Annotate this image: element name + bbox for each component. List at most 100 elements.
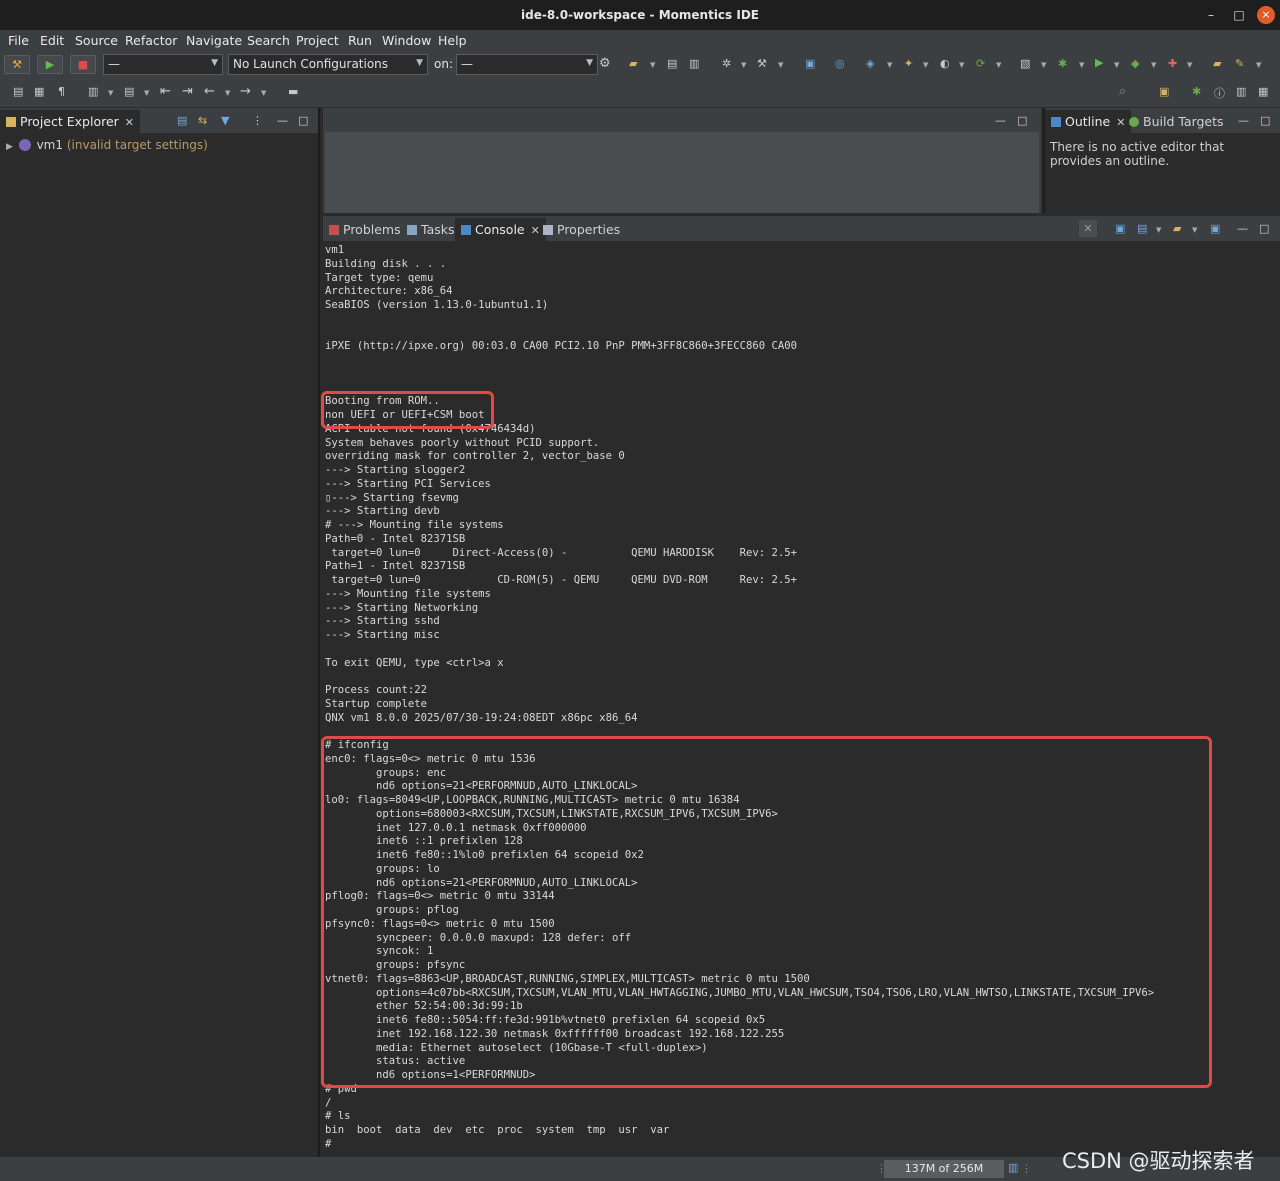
previous-annotation-icon[interactable]: ▤	[124, 85, 134, 98]
launch-target-select[interactable]: — ▼	[456, 54, 598, 75]
save-all-icon[interactable]: ▥	[689, 57, 699, 70]
menu-navigate[interactable]: Navigate	[186, 33, 242, 48]
menu-project[interactable]: Project	[296, 33, 339, 48]
chevron-down-icon[interactable]: ▼	[923, 61, 928, 69]
last-edit-icon[interactable]: ⇤	[160, 84, 171, 99]
pin-editor-icon[interactable]: ▬	[288, 85, 298, 98]
forward-arrow-icon[interactable]: →	[240, 84, 251, 99]
open-folder-icon[interactable]: ▰	[1213, 57, 1221, 70]
new-project-icon[interactable]: ✦	[904, 57, 913, 70]
new-target-icon[interactable]: ◈	[866, 57, 874, 70]
expand-arrow-icon[interactable]: ▶	[6, 142, 13, 152]
build-hammer-icon[interactable]: ⚒	[4, 55, 30, 74]
tab-tasks[interactable]: Tasks	[403, 219, 459, 241]
tab-outline[interactable]: Outline ✕	[1045, 110, 1132, 134]
tab-properties[interactable]: Properties	[539, 219, 624, 241]
toggle-mark-icon[interactable]: ▦	[34, 85, 44, 98]
close-icon[interactable]: ✕	[125, 116, 134, 129]
scroll-lock-icon[interactable]: ▤	[1137, 222, 1147, 235]
close-button[interactable]: ×	[1257, 6, 1275, 24]
next-edit-icon[interactable]: ⇥	[182, 84, 193, 99]
menu-search[interactable]: Search	[247, 33, 290, 48]
debug-perspective-icon[interactable]: ✱	[1192, 85, 1201, 98]
link-editor-icon[interactable]: ⇆	[198, 114, 207, 127]
collapse-all-icon[interactable]: ▤	[177, 114, 187, 127]
launch-mode-select[interactable]: — ▼	[103, 54, 223, 75]
maximize-view-icon[interactable]: □	[1017, 114, 1027, 127]
menu-file[interactable]: File	[8, 33, 29, 48]
garbage-collect-icon[interactable]: ▥	[1008, 1161, 1018, 1174]
terminate-icon[interactable]: ✕	[1079, 220, 1097, 237]
profile-icon[interactable]: ◆	[1131, 57, 1139, 70]
chevron-down-icon[interactable]: ▼	[1192, 226, 1197, 234]
open-perspective-icon[interactable]: ▣	[1159, 85, 1169, 98]
menu-edit[interactable]: Edit	[40, 33, 64, 48]
chevron-down-icon[interactable]: ▼	[1079, 61, 1084, 69]
launch-run-icon[interactable]: ▶	[37, 55, 63, 74]
tab-console[interactable]: Console ✕	[455, 218, 546, 242]
clear-console-icon[interactable]: ▣	[1115, 222, 1125, 235]
chevron-down-icon[interactable]: ▼	[108, 89, 113, 97]
debug-icon[interactable]: ✱	[1058, 57, 1067, 70]
gear-icon[interactable]: ⚙	[599, 56, 611, 71]
view-menu-icon[interactable]: ⋮	[252, 114, 263, 127]
pin-console-icon[interactable]: ▣	[1210, 222, 1220, 235]
minimize-button[interactable]: –	[1202, 6, 1220, 24]
menu-source[interactable]: Source	[75, 33, 118, 48]
target-icon[interactable]: ◎	[835, 57, 845, 70]
console-output[interactable]: vm1 Building disk . . . Target type: qemu A…	[325, 244, 1275, 1152]
refresh-icon[interactable]: ⟳	[976, 57, 985, 70]
menu-window[interactable]: Window	[382, 33, 431, 48]
chevron-down-icon[interactable]: ▼	[650, 61, 655, 69]
chevron-down-icon[interactable]: ▼	[225, 89, 230, 97]
cpp-perspective-icon[interactable]: ▦	[1258, 85, 1268, 98]
show-whitespace-icon[interactable]: ¶	[58, 85, 65, 98]
save-icon[interactable]: ▤	[667, 57, 677, 70]
brush-icon[interactable]: ✎	[1235, 57, 1244, 70]
chevron-down-icon[interactable]: ▼	[778, 61, 783, 69]
minimize-view-icon[interactable]: —	[1237, 222, 1248, 235]
chevron-down-icon[interactable]: ▼	[1114, 61, 1119, 69]
stop-icon[interactable]: ■	[70, 55, 96, 74]
filter-icon[interactable]: ▼	[221, 114, 229, 127]
run-icon[interactable]: ▶	[1095, 56, 1103, 69]
chevron-down-icon[interactable]: ▼	[1187, 61, 1192, 69]
maximize-view-icon[interactable]: □	[1260, 114, 1270, 127]
info-perspective-icon[interactable]: ⓘ	[1214, 85, 1225, 101]
build-icon[interactable]: ⚒	[757, 57, 767, 70]
new-folder-icon[interactable]: ▰	[629, 57, 637, 70]
open-type-icon[interactable]: ▧	[1020, 57, 1030, 70]
maximize-view-icon[interactable]: □	[298, 114, 308, 127]
external-tools-icon[interactable]: ✚	[1168, 57, 1177, 70]
chevron-down-icon[interactable]: ▼	[1151, 61, 1156, 69]
maximize-button[interactable]: □	[1230, 6, 1248, 24]
heap-status[interactable]: 137M of 256M	[884, 1160, 1004, 1178]
chevron-down-icon[interactable]: ▼	[887, 61, 892, 69]
minimize-view-icon[interactable]: —	[277, 114, 288, 127]
terminal-icon[interactable]: ▣	[805, 57, 815, 70]
maximize-view-icon[interactable]: □	[1259, 222, 1269, 235]
chevron-down-icon[interactable]: ▼	[261, 89, 266, 97]
chevron-down-icon[interactable]: ▼	[1156, 226, 1161, 234]
system-perspective-icon[interactable]: ▥	[1236, 85, 1246, 98]
minimize-view-icon[interactable]: —	[995, 114, 1006, 127]
tree-item-vm1[interactable]: ▶ vm1 (invalid target settings)	[6, 138, 208, 152]
menu-help[interactable]: Help	[438, 33, 467, 48]
launch-config-select[interactable]: No Launch Configurations ▼	[228, 54, 428, 75]
chevron-down-icon[interactable]: ▼	[1256, 61, 1261, 69]
annotation-icon[interactable]: ▥	[88, 85, 98, 98]
chevron-down-icon[interactable]: ▼	[1041, 61, 1046, 69]
tab-problems[interactable]: Problems	[325, 219, 405, 241]
toggle-breadcrumb-icon[interactable]: ▤	[13, 85, 23, 98]
settings-icon[interactable]: ✲	[722, 57, 731, 70]
chevron-down-icon[interactable]: ▼	[741, 61, 746, 69]
new-class-icon[interactable]: ◐	[940, 57, 950, 70]
tab-build-targets[interactable]: Build Targets	[1125, 111, 1228, 133]
menu-run[interactable]: Run	[348, 33, 372, 48]
chevron-down-icon[interactable]: ▼	[959, 61, 964, 69]
tab-project-explorer[interactable]: Project Explorer ✕	[0, 110, 141, 134]
chevron-down-icon[interactable]: ▼	[996, 61, 1001, 69]
search-icon[interactable]: ⌕	[1119, 84, 1126, 99]
back-arrow-icon[interactable]: ←	[204, 84, 215, 99]
menu-refactor[interactable]: Refactor	[125, 33, 177, 48]
